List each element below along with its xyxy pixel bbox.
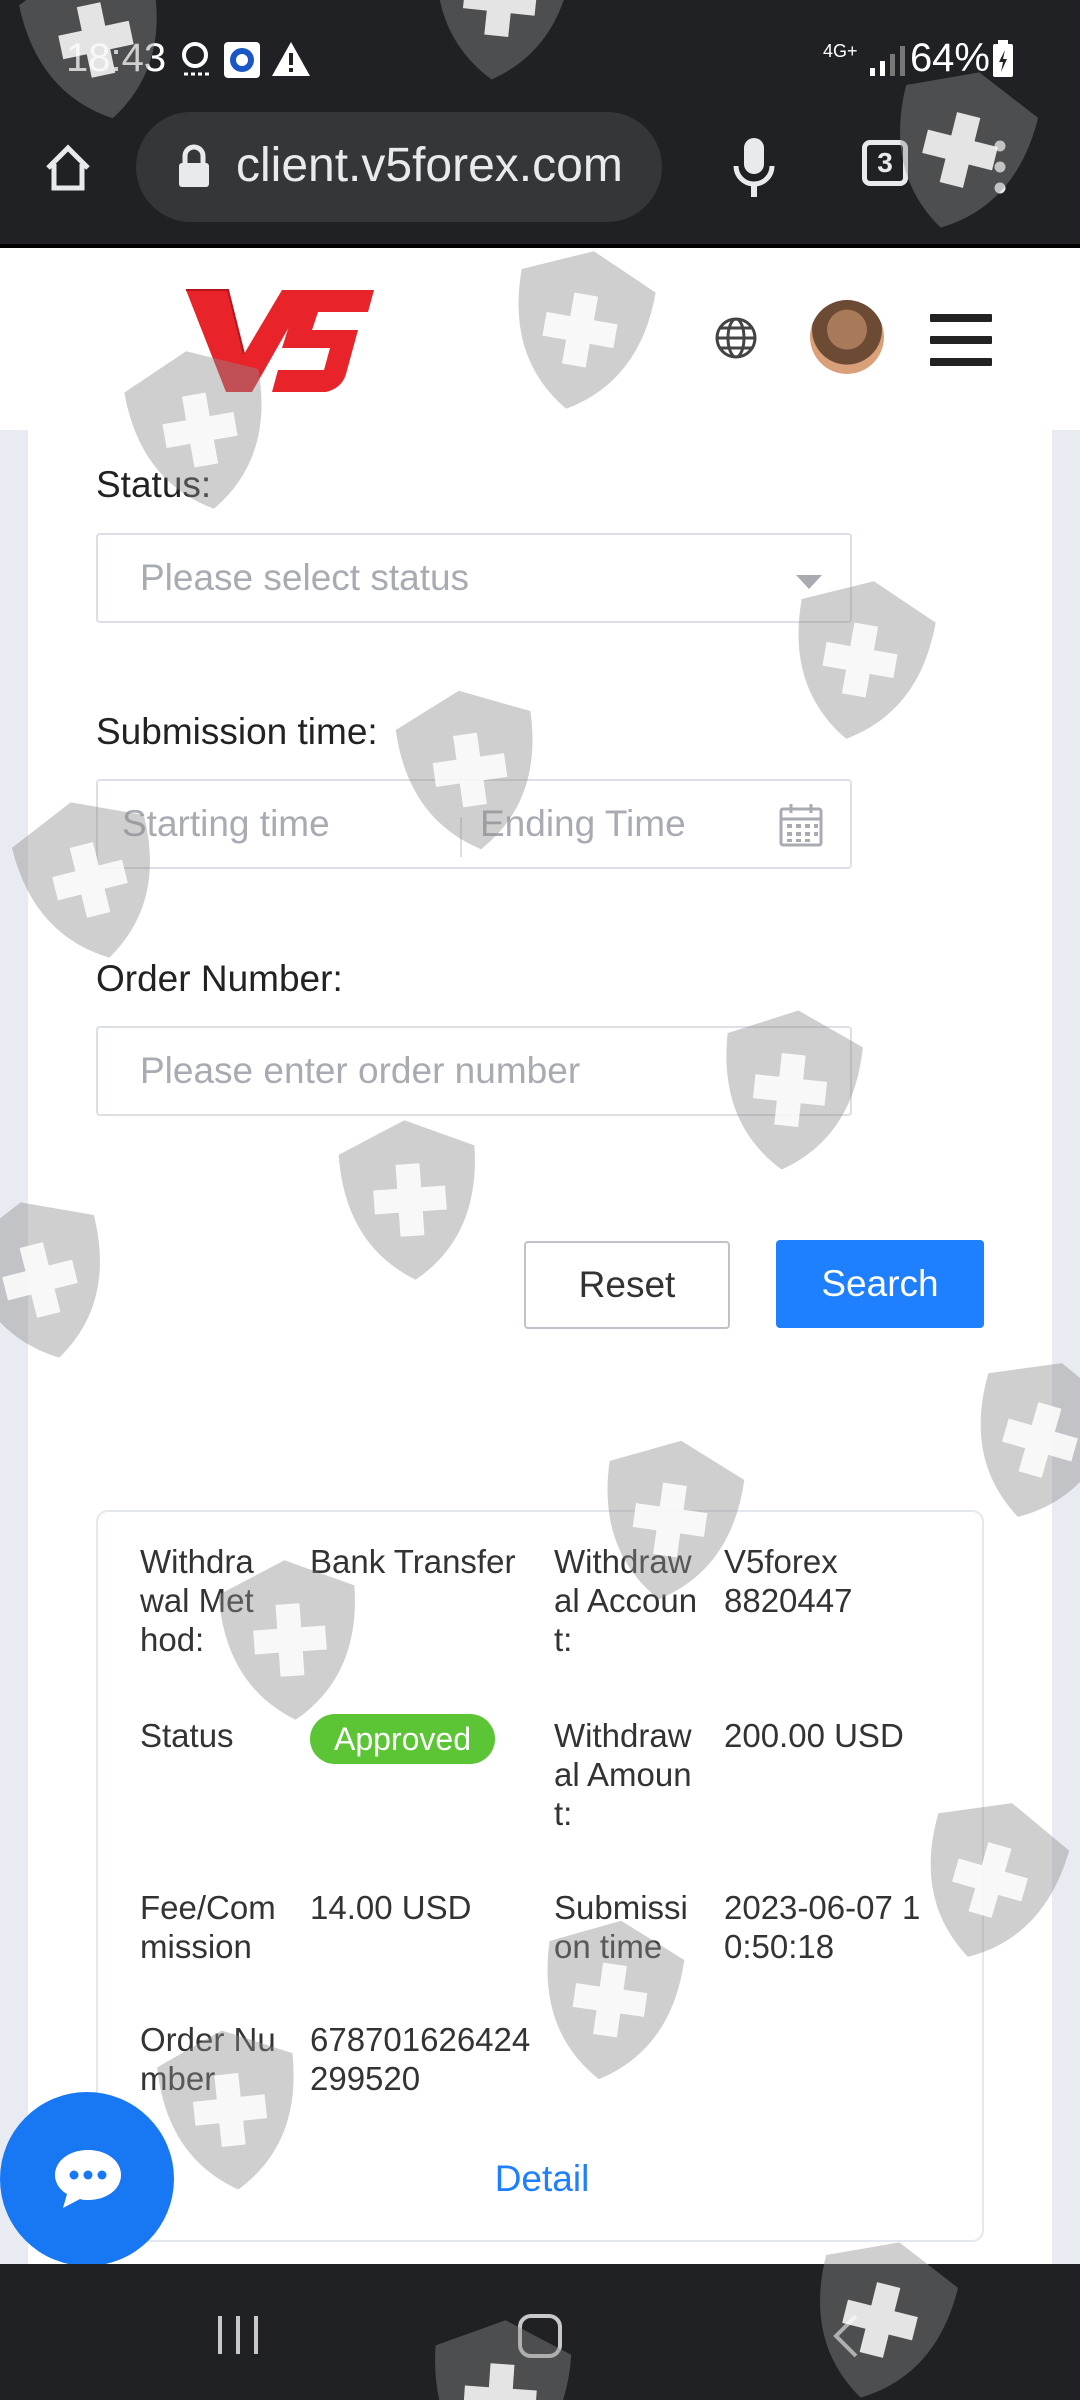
battery-percent: 64% [909,36,990,80]
start-time-input[interactable]: Starting time [122,803,330,845]
withdrawal-amount-value: 200.00 USD [724,1717,904,1754]
tab-count: 3 [877,147,893,178]
status-time: 18:43 [66,36,167,80]
withdrawal-method-value: Bank Transfer [310,1543,516,1580]
search-button[interactable]: Search [776,1240,984,1328]
menu-icon[interactable] [930,314,992,366]
date-range-picker[interactable]: Starting time Ending Time [96,779,852,869]
avatar[interactable] [810,300,884,374]
withdrawal-record-card: Withdrawal Method: Bank Transfer Withdra… [96,1510,984,2242]
status-badge: Approved [310,1714,495,1764]
browser-toolbar: client.v5forex.com 3 [0,112,1080,246]
v5-logo[interactable] [186,288,374,394]
order-number-input[interactable]: Please enter order number [96,1026,852,1116]
notification-icon [182,42,209,76]
range-separator [460,817,462,857]
battery-icon [993,40,1013,77]
system-nav-bar [0,2264,1080,2400]
status-placeholder: Please select status [140,557,470,598]
url-text: client.v5forex.com [236,139,623,192]
status-bar: 18:43 4G+ 64% [0,0,1080,112]
warning-icon [272,42,310,76]
order-number-value: 678701626424299520 [310,2021,531,2097]
order-number-label: Order Number: [96,958,343,999]
address-bar[interactable]: client.v5forex.com [136,112,662,222]
chevron-down-icon [796,575,822,589]
globe-icon[interactable] [714,316,758,360]
submission-time-label: Submission time: [96,711,378,752]
fee-commission-label: Fee/Commission [140,1889,276,1965]
calendar-icon[interactable] [778,802,824,848]
reset-button[interactable]: Reset [524,1241,730,1329]
submission-time-label: Submission time [554,1889,688,1965]
chat-icon [55,2150,121,2208]
tabs-icon[interactable]: 3 [862,140,908,186]
status-label: Status [140,1717,234,1754]
status-select[interactable]: Please select status [96,533,852,623]
status-label: Status: [96,464,212,505]
order-number-label: Order Number [140,2021,276,2097]
chat-button[interactable] [0,2092,174,2266]
lock-icon [179,144,209,187]
more-vert-icon[interactable] [992,140,1008,194]
withdrawal-account-label: Withdrawal Account: [554,1543,698,1658]
home-nav-icon[interactable] [516,2312,564,2360]
withdrawal-account-value: V5forex 8820447 [724,1543,853,1619]
withdrawal-amount-label: Withdrawal Amount: [554,1717,692,1832]
site-header [0,248,1080,430]
back-icon[interactable] [828,2312,862,2360]
microphone-icon[interactable] [732,136,776,200]
withdrawal-method-label: Withdrawal Method: [140,1543,254,1658]
detail-link[interactable]: Detail [98,2158,986,2200]
recents-icon[interactable] [214,2314,262,2356]
submission-time-value: 2023-06-07 10:50:18 [724,1889,921,1965]
shield-app-icon [224,42,260,78]
end-time-input[interactable]: Ending Time [480,803,686,845]
home-icon[interactable] [42,142,94,194]
fee-commission-value: 14.00 USD [310,1889,472,1926]
network-type: 4G+ [823,41,858,61]
order-number-placeholder: Please enter order number [140,1050,581,1091]
signal-icon [870,46,905,76]
